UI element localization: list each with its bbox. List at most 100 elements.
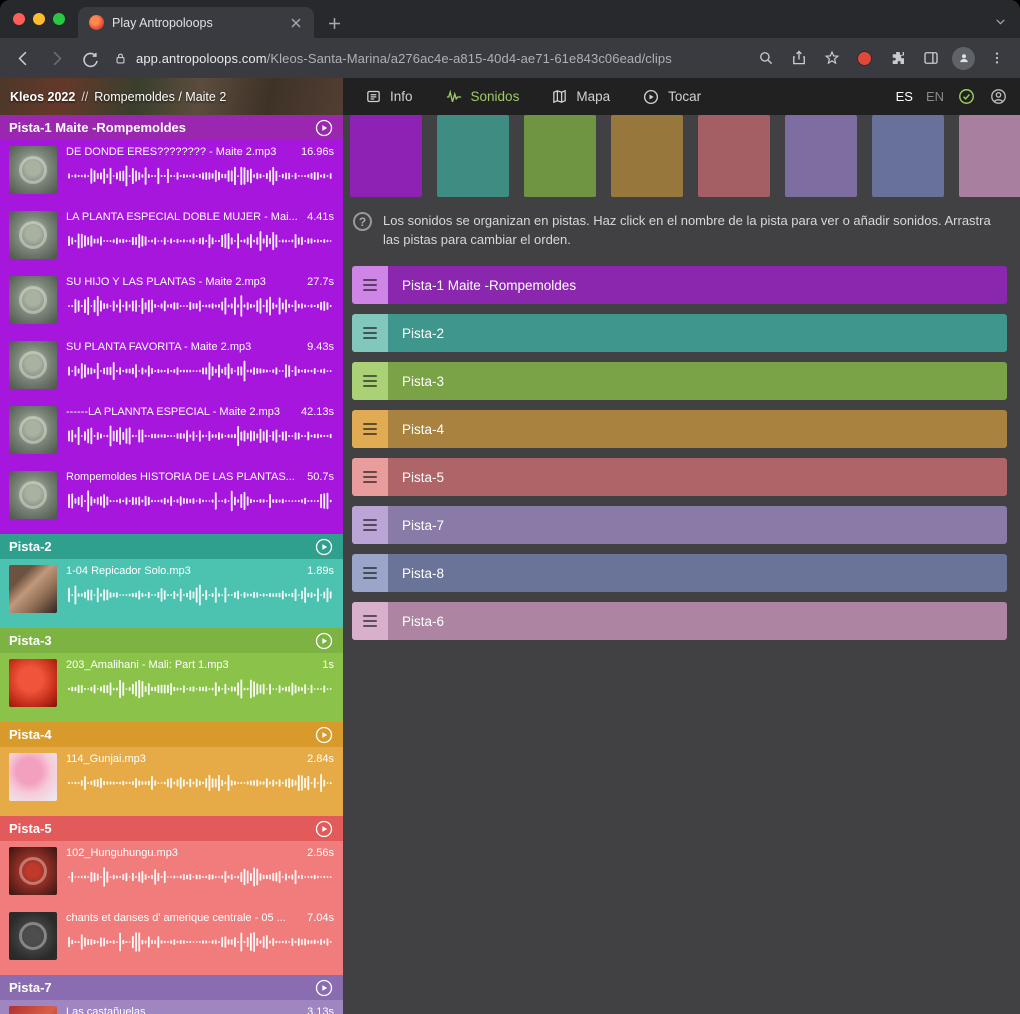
clip-waveform: [66, 488, 334, 514]
drag-icon: [363, 375, 377, 387]
zoom-icon[interactable]: [750, 43, 781, 74]
track-color-swatch[interactable]: [872, 115, 944, 197]
new-tab-button[interactable]: [324, 13, 344, 33]
clip-title: chants et danses d' amerique centrale - …: [66, 912, 286, 924]
tab-search-chevron-icon[interactable]: [990, 11, 1010, 31]
nav-label-tocar: Tocar: [668, 89, 701, 104]
clip-row[interactable]: SU PLANTA FAVORITA - Maite 2.mp39.43s: [0, 335, 343, 400]
track-header[interactable]: Pista-7: [0, 975, 343, 1000]
tab-close-icon[interactable]: [286, 13, 306, 33]
track-row[interactable]: Pista-7: [352, 506, 1007, 544]
clip-info: SU HIJO Y LAS PLANTAS - Maite 2.mp327.7s: [66, 276, 334, 288]
drag-handle[interactable]: [352, 554, 388, 592]
clip-row[interactable]: LA PLANTA ESPECIAL DOBLE MUJER - Mai...4…: [0, 205, 343, 270]
account-person-icon[interactable]: [989, 87, 1008, 106]
drag-handle[interactable]: [352, 314, 388, 352]
extensions-puzzle-icon[interactable]: [882, 43, 913, 74]
track-color-swatch[interactable]: [785, 115, 857, 197]
fullscreen-window-button[interactable]: [53, 13, 65, 25]
track-color-strip: [350, 115, 1020, 197]
clip-thumbnail: [9, 847, 57, 895]
clip-row[interactable]: 102_Hunguhungu.mp32.56s: [0, 841, 343, 906]
track-header[interactable]: Pista-5: [0, 816, 343, 841]
clip-duration: 2.84s: [306, 753, 334, 765]
url-path: /Kleos-Santa-Marina/a276ac4e-a815-40d4-a…: [267, 51, 672, 66]
track-color-swatch[interactable]: [959, 115, 1020, 197]
track-row[interactable]: Pista-6: [352, 602, 1007, 640]
side-panel-icon[interactable]: [915, 43, 946, 74]
track-play-button[interactable]: [314, 819, 334, 839]
track-row[interactable]: Pista-3: [352, 362, 1007, 400]
clip-list: 203_Amalihani - Mali: Part 1.mp31s: [0, 653, 343, 722]
clip-body: 1-04 Repicador Solo.mp31.89s: [66, 565, 334, 622]
track-header[interactable]: Pista-2: [0, 534, 343, 559]
profile-avatar[interactable]: [948, 43, 979, 74]
back-button[interactable]: [8, 43, 39, 74]
address-bar[interactable]: app.antropoloops.com/Kleos-Santa-Marina/…: [107, 43, 748, 73]
nav-tab-mapa[interactable]: Mapa: [551, 88, 610, 105]
track-play-button[interactable]: [314, 978, 334, 998]
clip-row[interactable]: 1-04 Repicador Solo.mp31.89s: [0, 559, 343, 624]
drag-handle[interactable]: [352, 602, 388, 640]
drag-handle[interactable]: [352, 410, 388, 448]
close-window-button[interactable]: [13, 13, 25, 25]
track-header[interactable]: Pista-1 Maite -Rompemoldes: [0, 115, 343, 140]
track-row[interactable]: Pista-8: [352, 554, 1007, 592]
clip-body: Rompemoldes HISTORIA DE LAS PLANTAS...50…: [66, 471, 334, 528]
drag-handle[interactable]: [352, 266, 388, 304]
track-header[interactable]: Pista-3: [0, 628, 343, 653]
lang-en-button[interactable]: EN: [926, 89, 944, 104]
clip-info: 102_Hunguhungu.mp32.56s: [66, 847, 334, 859]
track-play-button[interactable]: [314, 118, 334, 138]
track-row[interactable]: Pista-2: [352, 314, 1007, 352]
track-row[interactable]: Pista-4: [352, 410, 1007, 448]
track-color-swatch[interactable]: [698, 115, 770, 197]
browser-menu-kebab-icon[interactable]: [981, 43, 1012, 74]
nav-tab-sonidos[interactable]: Sonidos: [445, 88, 520, 106]
track-play-button[interactable]: [314, 631, 334, 651]
lang-es-button[interactable]: ES: [896, 89, 913, 104]
check-circle-icon[interactable]: [957, 87, 976, 106]
tab-title: Play Antropoloops: [112, 16, 278, 30]
track-play-button[interactable]: [314, 537, 334, 557]
clip-row[interactable]: 203_Amalihani - Mali: Part 1.mp31s: [0, 653, 343, 718]
nav-tab-info[interactable]: Info: [365, 88, 413, 105]
track-color-swatch[interactable]: [524, 115, 596, 197]
drag-handle[interactable]: [352, 458, 388, 496]
track-row-label: Pista-5: [388, 458, 1007, 496]
bookmark-star-icon[interactable]: [816, 43, 847, 74]
nav-tab-tocar[interactable]: Tocar: [642, 88, 701, 106]
browser-tab[interactable]: Play Antropoloops: [78, 7, 314, 38]
clip-waveform: [66, 163, 334, 189]
reload-button[interactable]: [74, 43, 105, 74]
forward-button[interactable]: [41, 43, 72, 74]
clip-duration: 3.13s: [306, 1006, 334, 1014]
clip-row[interactable]: Las castañuelas3.13s: [0, 1000, 343, 1014]
minimize-window-button[interactable]: [33, 13, 45, 25]
share-icon[interactable]: [783, 43, 814, 74]
clip-info: SU PLANTA FAVORITA - Maite 2.mp39.43s: [66, 341, 334, 353]
track-color-swatch[interactable]: [350, 115, 422, 197]
info-doc-icon: [365, 88, 382, 105]
clip-thumbnail: [9, 146, 57, 194]
clip-row[interactable]: 114_Gunjai.mp3 2.84s: [0, 747, 343, 812]
breadcrumb[interactable]: Kleos 2022 // Rompemoldes / Maite 2: [0, 78, 343, 115]
track-color-swatch[interactable]: [437, 115, 509, 197]
track-color-swatch[interactable]: [611, 115, 683, 197]
drag-handle[interactable]: [352, 362, 388, 400]
track-row[interactable]: Pista-1 Maite -Rompemoldes: [352, 266, 1007, 304]
recording-extension-icon[interactable]: [849, 43, 880, 74]
track-header[interactable]: Pista-4: [0, 722, 343, 747]
track-name: Pista-7: [9, 980, 314, 995]
clip-row[interactable]: DE DONDE ERES???????? - Maite 2.mp316.96…: [0, 140, 343, 205]
drag-handle[interactable]: [352, 506, 388, 544]
track-row[interactable]: Pista-5: [352, 458, 1007, 496]
clip-row[interactable]: ------LA PLANNTA ESPECIAL - Maite 2.mp34…: [0, 400, 343, 465]
clip-row[interactable]: chants et danses d' amerique centrale - …: [0, 906, 343, 971]
clip-row[interactable]: SU HIJO Y LAS PLANTAS - Maite 2.mp327.7s: [0, 270, 343, 335]
clip-row[interactable]: Rompemoldes HISTORIA DE LAS PLANTAS...50…: [0, 465, 343, 530]
track-play-button[interactable]: [314, 725, 334, 745]
clip-title: 114_Gunjai.mp3: [66, 753, 146, 765]
window-controls: [13, 13, 65, 25]
url-domain: app.antropoloops.com: [136, 51, 267, 66]
